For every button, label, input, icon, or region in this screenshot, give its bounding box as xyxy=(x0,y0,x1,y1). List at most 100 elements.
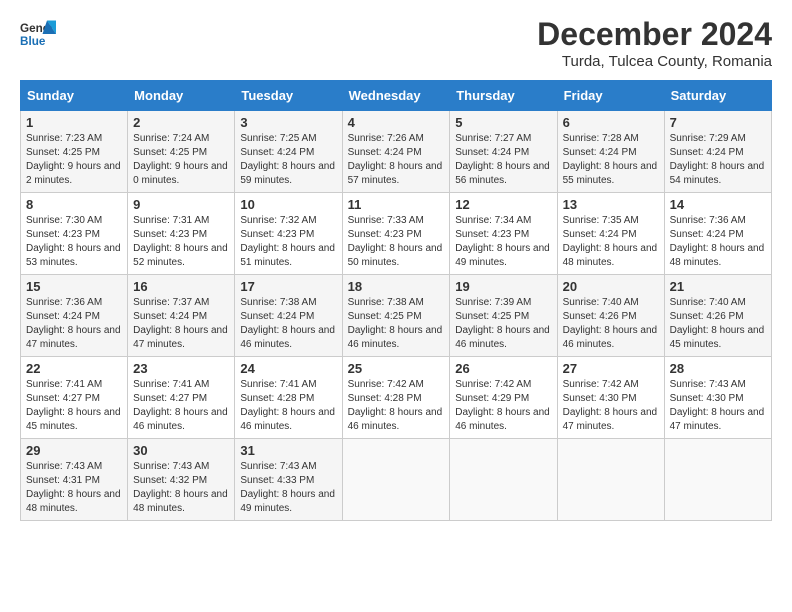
day-number: 15 xyxy=(26,279,122,294)
day-detail: Sunrise: 7:42 AMSunset: 4:29 PMDaylight:… xyxy=(455,379,550,432)
calendar-header: SundayMondayTuesdayWednesdayThursdayFrid… xyxy=(21,81,772,111)
calendar-cell: 28 Sunrise: 7:43 AMSunset: 4:30 PMDayligh… xyxy=(664,357,771,439)
day-number: 28 xyxy=(670,361,766,376)
day-number: 17 xyxy=(240,279,336,294)
day-detail: Sunrise: 7:43 AMSunset: 4:33 PMDaylight:… xyxy=(240,461,335,514)
day-detail: Sunrise: 7:38 AMSunset: 4:25 PMDaylight:… xyxy=(348,297,443,350)
day-detail: Sunrise: 7:35 AMSunset: 4:24 PMDaylight:… xyxy=(563,215,658,268)
day-number: 8 xyxy=(26,197,122,212)
calendar-cell: 14 Sunrise: 7:36 AMSunset: 4:24 PMDayligh… xyxy=(664,193,771,275)
day-number: 13 xyxy=(563,197,659,212)
day-number: 1 xyxy=(26,115,122,130)
calendar-week-5: 29Sunrise: 7:43 AMSunset: 4:31 PMDayligh… xyxy=(21,439,772,521)
day-number: 22 xyxy=(26,361,122,376)
day-detail: Sunrise: 7:39 AMSunset: 4:25 PMDaylight:… xyxy=(455,297,550,350)
calendar-cell: 31Sunrise: 7:43 AMSunset: 4:33 PMDayligh… xyxy=(235,439,342,521)
calendar-week-2: 8 Sunrise: 7:30 AMSunset: 4:23 PMDaylight… xyxy=(21,193,772,275)
day-number: 5 xyxy=(455,115,551,130)
calendar-cell: 13 Sunrise: 7:35 AMSunset: 4:24 PMDayligh… xyxy=(557,193,664,275)
calendar-cell: 18 Sunrise: 7:38 AMSunset: 4:25 PMDayligh… xyxy=(342,275,450,357)
calendar-table: SundayMondayTuesdayWednesdayThursdayFrid… xyxy=(20,80,772,521)
day-detail: Sunrise: 7:40 AMSunset: 4:26 PMDaylight:… xyxy=(563,297,658,350)
day-detail: Sunrise: 7:23 AMSunset: 4:25 PMDaylight:… xyxy=(26,133,121,186)
day-detail: Sunrise: 7:24 AMSunset: 4:25 PMDaylight:… xyxy=(133,133,228,186)
calendar-week-1: 1 Sunrise: 7:23 AMSunset: 4:25 PMDaylight… xyxy=(21,111,772,193)
day-number: 3 xyxy=(240,115,336,130)
day-detail: Sunrise: 7:38 AMSunset: 4:24 PMDaylight:… xyxy=(240,297,335,350)
calendar-cell: 12Sunrise: 7:34 AMSunset: 4:23 PMDayligh… xyxy=(450,193,557,275)
day-detail: Sunrise: 7:31 AMSunset: 4:23 PMDaylight:… xyxy=(133,215,228,268)
calendar-cell: 5Sunrise: 7:27 AMSunset: 4:24 PMDaylight… xyxy=(450,111,557,193)
calendar-cell: 2Sunrise: 7:24 AMSunset: 4:25 PMDaylight… xyxy=(128,111,235,193)
day-detail: Sunrise: 7:30 AMSunset: 4:23 PMDaylight:… xyxy=(26,215,121,268)
day-detail: Sunrise: 7:41 AMSunset: 4:27 PMDaylight:… xyxy=(26,379,121,432)
day-number: 7 xyxy=(670,115,766,130)
calendar-cell xyxy=(342,439,450,521)
day-header-monday: Monday xyxy=(128,81,235,111)
day-detail: Sunrise: 7:37 AMSunset: 4:24 PMDaylight:… xyxy=(133,297,228,350)
day-number: 23 xyxy=(133,361,229,376)
calendar-week-4: 22 Sunrise: 7:41 AMSunset: 4:27 PMDayligh… xyxy=(21,357,772,439)
day-number: 25 xyxy=(348,361,445,376)
calendar-cell xyxy=(557,439,664,521)
day-detail: Sunrise: 7:33 AMSunset: 4:23 PMDaylight:… xyxy=(348,215,443,268)
calendar-cell: 1 Sunrise: 7:23 AMSunset: 4:25 PMDaylight… xyxy=(21,111,128,193)
day-detail: Sunrise: 7:40 AMSunset: 4:26 PMDaylight:… xyxy=(670,297,765,350)
day-header-tuesday: Tuesday xyxy=(235,81,342,111)
page-header: General Blue December 2024 Turda, Tulcea… xyxy=(20,16,772,70)
day-detail: Sunrise: 7:42 AMSunset: 4:28 PMDaylight:… xyxy=(348,379,443,432)
calendar-cell: 8 Sunrise: 7:30 AMSunset: 4:23 PMDaylight… xyxy=(21,193,128,275)
calendar-cell: 25 Sunrise: 7:42 AMSunset: 4:28 PMDayligh… xyxy=(342,357,450,439)
day-number: 11 xyxy=(348,197,445,212)
day-number: 19 xyxy=(455,279,551,294)
calendar-cell: 22 Sunrise: 7:41 AMSunset: 4:27 PMDayligh… xyxy=(21,357,128,439)
calendar-cell: 21Sunrise: 7:40 AMSunset: 4:26 PMDayligh… xyxy=(664,275,771,357)
svg-text:Blue: Blue xyxy=(20,35,46,48)
calendar-cell: 29Sunrise: 7:43 AMSunset: 4:31 PMDayligh… xyxy=(21,439,128,521)
calendar-week-3: 15 Sunrise: 7:36 AMSunset: 4:24 PMDayligh… xyxy=(21,275,772,357)
calendar-cell xyxy=(664,439,771,521)
calendar-cell: 15 Sunrise: 7:36 AMSunset: 4:24 PMDayligh… xyxy=(21,275,128,357)
day-detail: Sunrise: 7:29 AMSunset: 4:24 PMDaylight:… xyxy=(670,133,765,186)
calendar-cell: 23 Sunrise: 7:41 AMSunset: 4:27 PMDayligh… xyxy=(128,357,235,439)
main-title: December 2024 xyxy=(537,16,772,53)
day-number: 29 xyxy=(26,443,122,458)
day-number: 6 xyxy=(563,115,659,130)
calendar-cell: 19 Sunrise: 7:39 AMSunset: 4:25 PMDayligh… xyxy=(450,275,557,357)
title-section: December 2024 Turda, Tulcea County, Roma… xyxy=(537,16,772,70)
calendar-cell: 4Sunrise: 7:26 AMSunset: 4:24 PMDaylight… xyxy=(342,111,450,193)
day-detail: Sunrise: 7:41 AMSunset: 4:28 PMDaylight:… xyxy=(240,379,335,432)
day-header-sunday: Sunday xyxy=(21,81,128,111)
day-number: 18 xyxy=(348,279,445,294)
day-number: 14 xyxy=(670,197,766,212)
day-number: 26 xyxy=(455,361,551,376)
day-number: 24 xyxy=(240,361,336,376)
day-detail: Sunrise: 7:42 AMSunset: 4:30 PMDaylight:… xyxy=(563,379,658,432)
day-detail: Sunrise: 7:34 AMSunset: 4:23 PMDaylight:… xyxy=(455,215,550,268)
day-detail: Sunrise: 7:28 AMSunset: 4:24 PMDaylight:… xyxy=(563,133,658,186)
calendar-cell: 9Sunrise: 7:31 AMSunset: 4:23 PMDaylight… xyxy=(128,193,235,275)
day-detail: Sunrise: 7:32 AMSunset: 4:23 PMDaylight:… xyxy=(240,215,335,268)
calendar-cell: 11 Sunrise: 7:33 AMSunset: 4:23 PMDayligh… xyxy=(342,193,450,275)
calendar-cell: 7 Sunrise: 7:29 AMSunset: 4:24 PMDaylight… xyxy=(664,111,771,193)
day-detail: Sunrise: 7:36 AMSunset: 4:24 PMDaylight:… xyxy=(26,297,121,350)
day-detail: Sunrise: 7:43 AMSunset: 4:30 PMDaylight:… xyxy=(670,379,765,432)
subtitle: Turda, Tulcea County, Romania xyxy=(537,53,772,70)
calendar-cell: 20Sunrise: 7:40 AMSunset: 4:26 PMDayligh… xyxy=(557,275,664,357)
day-header-wednesday: Wednesday xyxy=(342,81,450,111)
logo-icon: General Blue xyxy=(20,16,56,52)
calendar-cell: 6 Sunrise: 7:28 AMSunset: 4:24 PMDaylight… xyxy=(557,111,664,193)
day-header-friday: Friday xyxy=(557,81,664,111)
day-detail: Sunrise: 7:36 AMSunset: 4:24 PMDaylight:… xyxy=(670,215,765,268)
calendar-cell: 26 Sunrise: 7:42 AMSunset: 4:29 PMDayligh… xyxy=(450,357,557,439)
calendar-cell: 17 Sunrise: 7:38 AMSunset: 4:24 PMDayligh… xyxy=(235,275,342,357)
day-detail: Sunrise: 7:43 AMSunset: 4:32 PMDaylight:… xyxy=(133,461,228,514)
day-number: 16 xyxy=(133,279,229,294)
calendar-cell: 27Sunrise: 7:42 AMSunset: 4:30 PMDayligh… xyxy=(557,357,664,439)
calendar-cell: 10 Sunrise: 7:32 AMSunset: 4:23 PMDayligh… xyxy=(235,193,342,275)
day-number: 10 xyxy=(240,197,336,212)
calendar-cell xyxy=(450,439,557,521)
calendar-cell: 3Sunrise: 7:25 AMSunset: 4:24 PMDaylight… xyxy=(235,111,342,193)
day-number: 4 xyxy=(348,115,445,130)
day-detail: Sunrise: 7:41 AMSunset: 4:27 PMDaylight:… xyxy=(133,379,228,432)
